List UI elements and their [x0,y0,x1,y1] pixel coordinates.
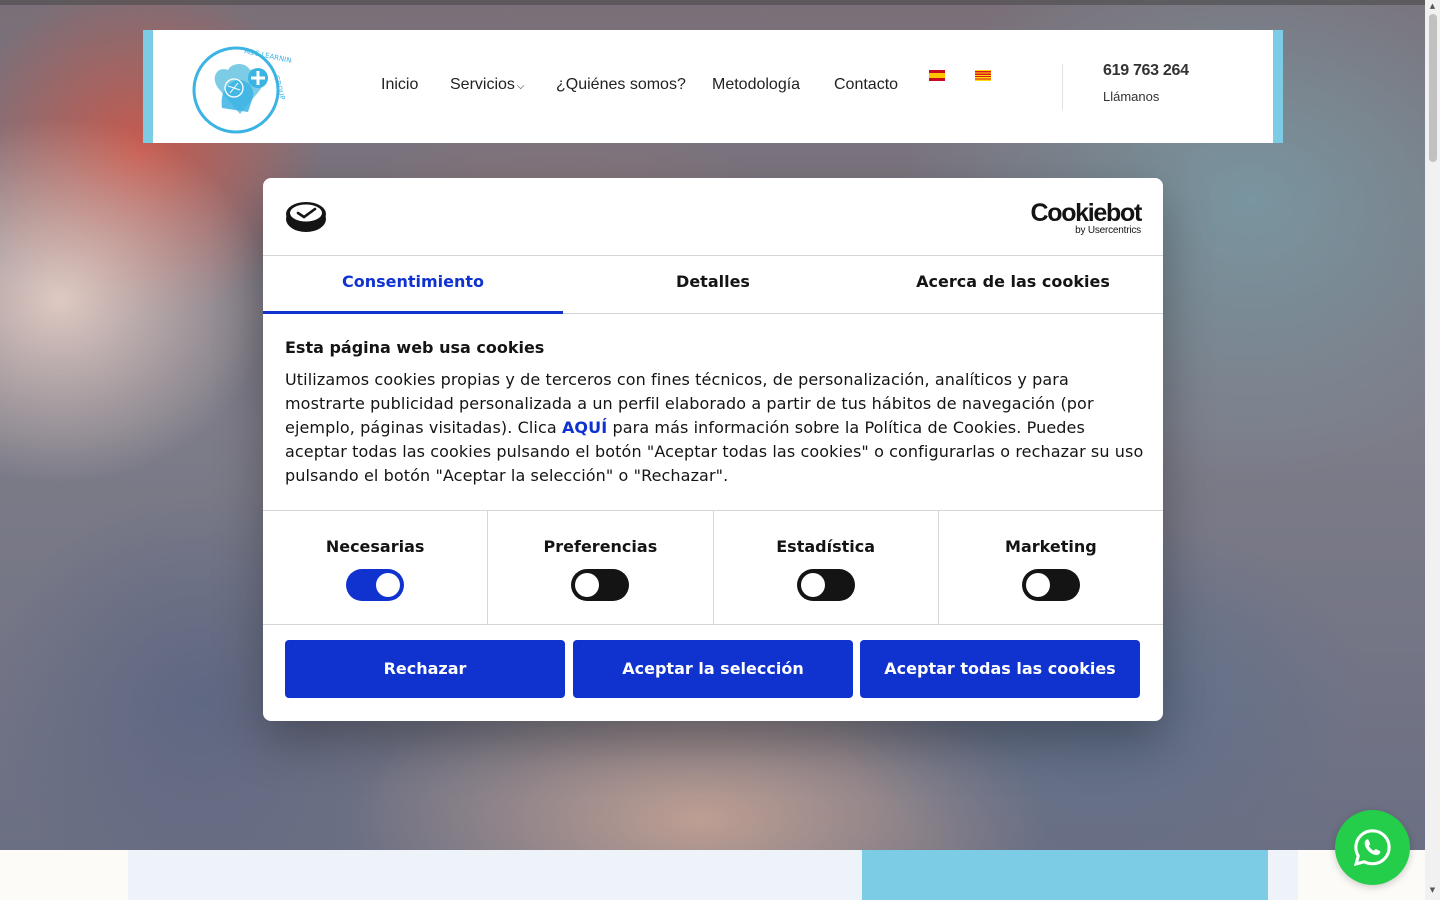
toggle-knob [800,573,825,597]
dialog-title: Esta página web usa cookies [285,338,545,357]
phone-caption: Llámanos [1103,89,1160,104]
svg-text:GROUP: GROUP [272,74,286,100]
dialog-buttons: Rechazar Aceptar la selección Aceptar to… [285,640,1141,698]
consent-categories: Necesarias Preferencias Estadística Mark… [263,510,1163,625]
marketing-toggle[interactable] [1021,569,1080,601]
estadistica-toggle[interactable] [796,569,855,601]
tab-detalles[interactable]: Detalles [563,256,863,313]
cookie-policy-link[interactable]: AQUÍ [562,418,607,437]
logo-icon: A&C LEARNING GROUP [192,46,297,134]
necesarias-toggle[interactable] [346,569,405,601]
catalonia-flag-icon[interactable] [975,70,991,81]
category-label: Marketing [1005,537,1097,556]
toggle-knob [575,573,600,597]
category-estadistica: Estadística [714,511,939,624]
whatsapp-icon [1353,829,1391,867]
site-header: A&C LEARNING GROUP Inicio Servicios ⌵ ¿Qu… [143,30,1283,143]
nav-metodologia[interactable]: Metodología [712,76,800,94]
dialog-header: Cookiebot by Usercentrics [263,178,1163,256]
dialog-tabs: Consentimiento Detalles Acerca de las co… [263,256,1163,314]
category-label: Preferencias [543,537,658,556]
header-divider [1062,64,1063,110]
toggle-knob [376,573,401,597]
nav-contacto[interactable]: Contacto [834,76,898,94]
cookie-consent-dialog: Cookiebot by Usercentrics Consentimiento… [263,178,1163,721]
scroll-down-icon[interactable]: ▼ [1428,886,1437,894]
preferencias-toggle[interactable] [571,569,630,601]
category-label: Necesarias [325,537,425,556]
content-panel-edge [1268,850,1298,900]
whatsapp-button[interactable] [1335,810,1410,885]
nav-quienes-somos[interactable]: ¿Quiénes somos? [556,76,686,94]
phone-number[interactable]: 619 763 264 [1103,62,1189,80]
nav-inicio[interactable]: Inicio [381,76,418,94]
nav-servicios-label: Servicios [450,76,515,93]
dialog-body: Utilizamos cookies propias y de terceros… [285,368,1145,488]
chevron-down-icon: ⌵ [516,81,525,92]
category-necesarias: Necesarias [263,511,489,624]
tab-consentimiento[interactable]: Consentimiento [263,256,563,314]
category-marketing: Marketing [939,511,1163,624]
category-preferencias: Preferencias [488,511,714,624]
tab-acerca-de-las-cookies[interactable]: Acerca de las cookies [863,256,1163,313]
scrollbar-thumb[interactable] [1429,14,1437,162]
cookiebot-sub: by Usercentrics [1075,225,1141,236]
cookiebot-brand: Cookiebot by Usercentrics [1030,199,1142,236]
content-panel-blue [862,850,1268,900]
content-panel-left [128,850,862,900]
toggle-knob [1025,573,1050,597]
scroll-up-icon[interactable]: ▲ [1428,2,1437,10]
top-edge [0,0,1425,5]
allow-selection-button[interactable]: Aceptar la selección [573,640,853,698]
cookie-logo-icon [286,202,326,232]
allow-all-button[interactable]: Aceptar todas las cookies [860,640,1140,698]
category-label: Estadística [776,537,876,556]
spain-flag-icon[interactable] [929,70,945,81]
nav-servicios[interactable]: Servicios ⌵ [450,76,525,94]
cookiebot-name: Cookiebot [1030,199,1142,227]
reject-button[interactable]: Rechazar [285,640,565,698]
site-logo[interactable]: A&C LEARNING GROUP [188,38,297,138]
